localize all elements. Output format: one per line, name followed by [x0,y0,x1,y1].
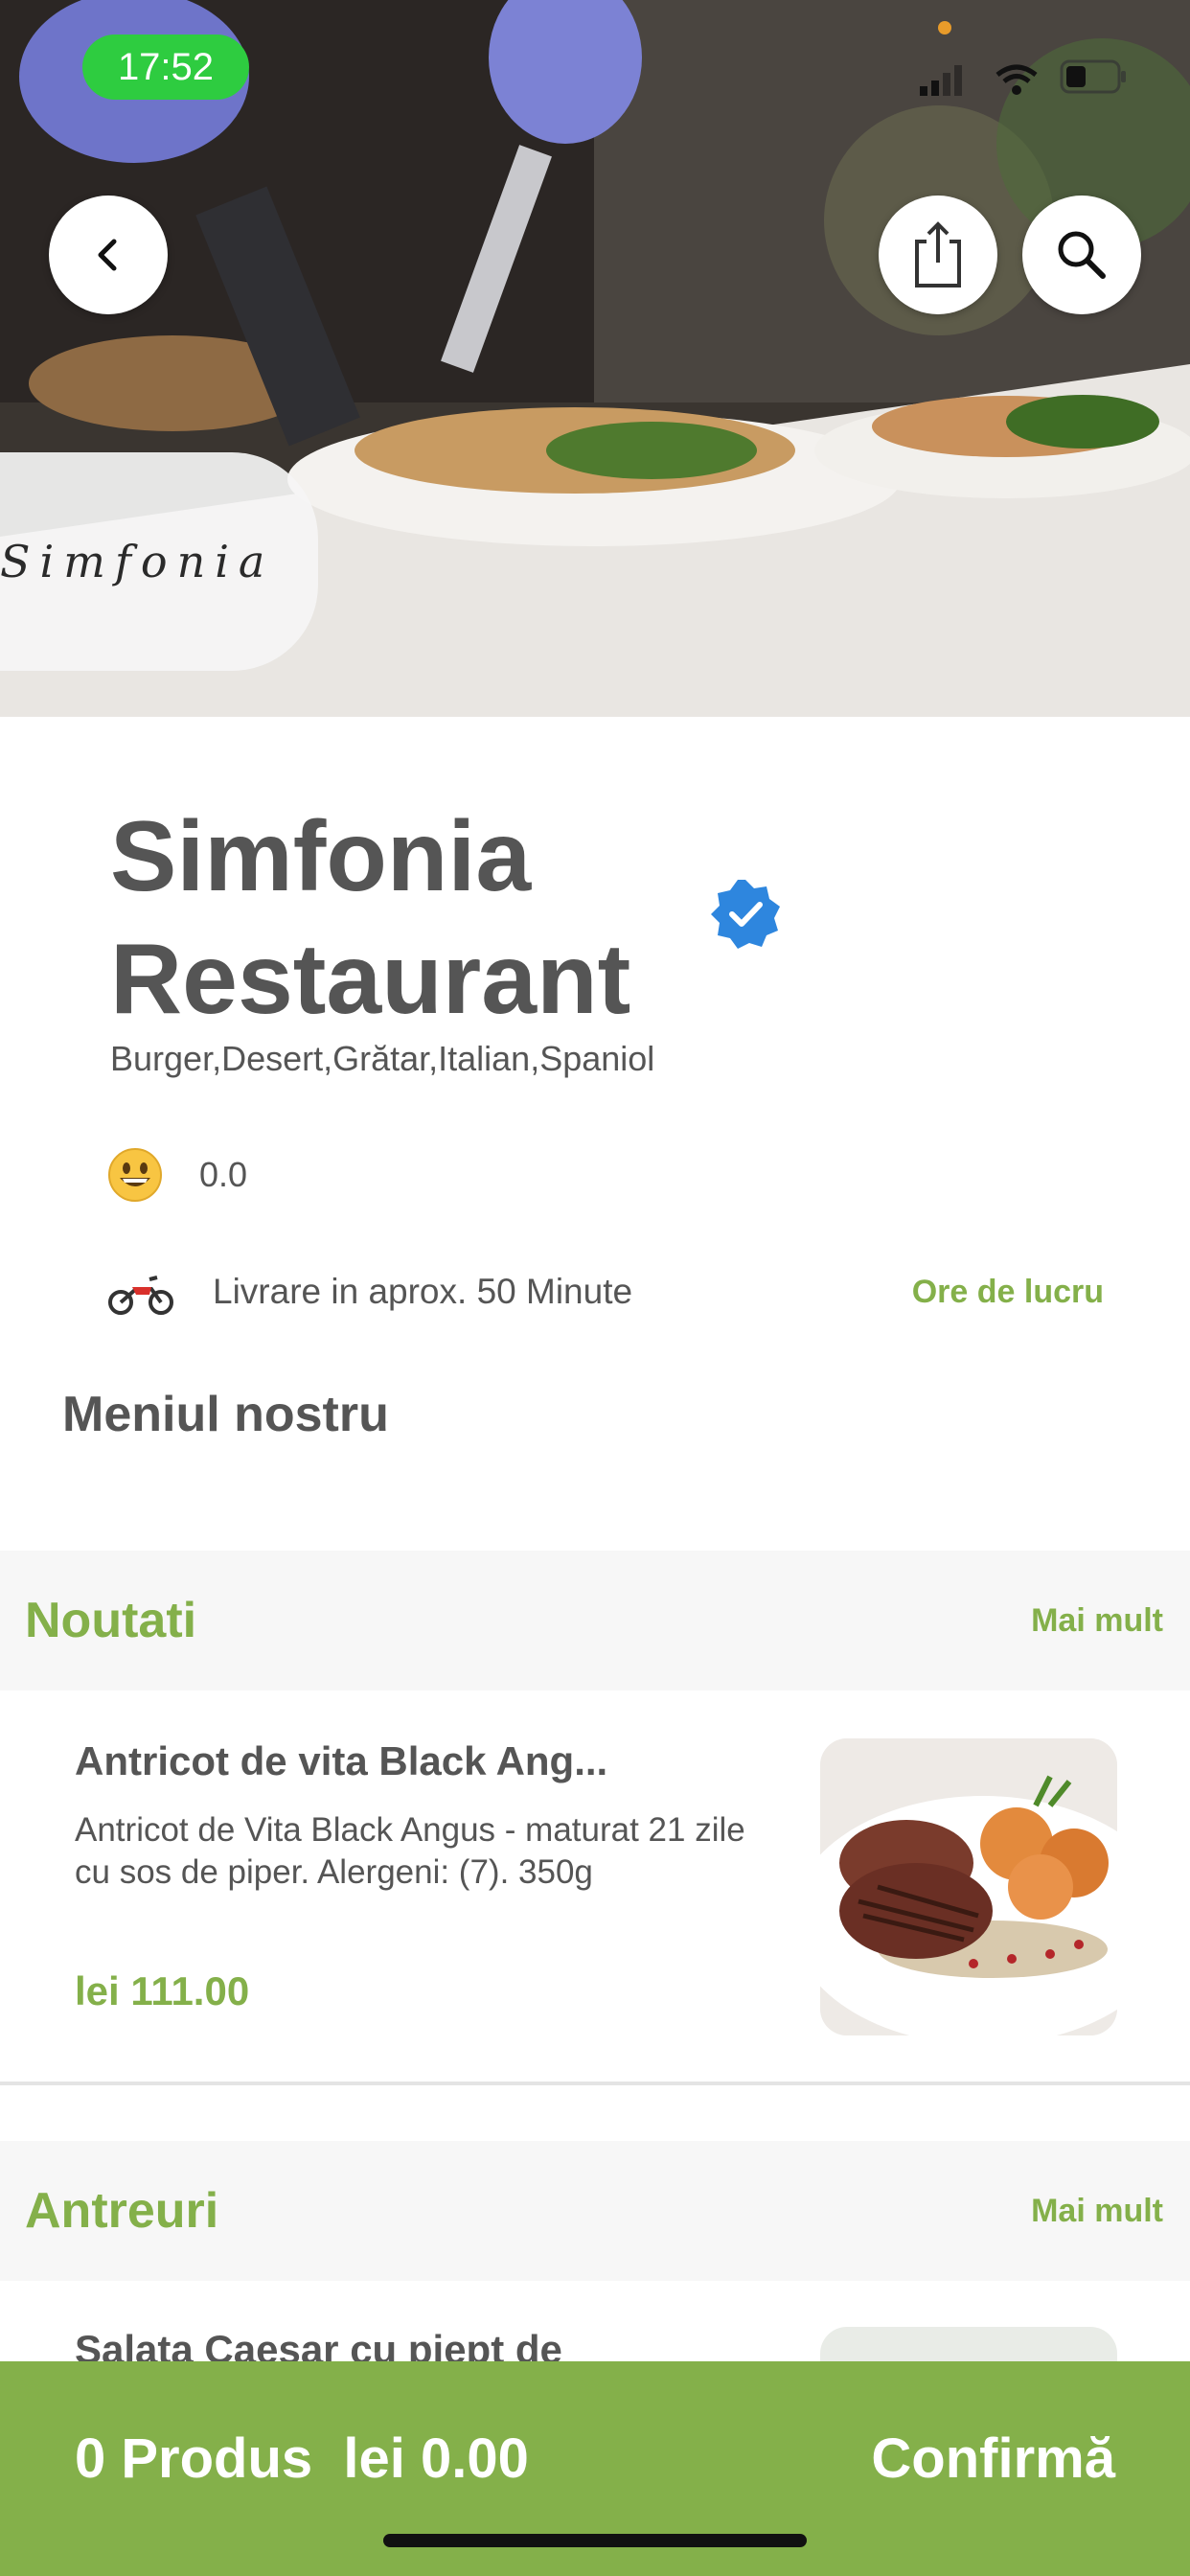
logo-text: Simfonia [0,536,275,587]
rating-row: 0.0 [107,1146,247,1204]
verified-badge-icon [711,880,780,949]
section-divider [0,2082,1190,2085]
smiley-icon [108,1148,162,1202]
search-icon [1058,231,1106,279]
item-description: Antricot de Vita Black Angus - maturat 2… [75,1811,745,1891]
cart-summary: 0 Produs lei 0.00 [75,2426,529,2491]
battery-icon [1060,59,1126,94]
cuisine-list: Burger,Desert,Grătar,Italian,Spaniol [110,1039,655,1078]
delivery-row: Livrare in aprox. 50 Minute Ore de lucru [107,1263,1104,1321]
confirm-button[interactable]: Confirmă [871,2426,1115,2491]
back-button[interactable] [49,196,168,314]
wifi-icon [995,64,1038,95]
share-button[interactable] [879,196,997,314]
restaurant-name: Simfonia Restaurant [110,801,631,1035]
restaurant-logo: Simfonia [0,452,318,671]
signal-icon [920,65,962,96]
motorcycle-icon [108,1276,173,1315]
category-title: Antreuri [25,2183,219,2239]
cart-count: 0 Produs [75,2427,313,2490]
working-hours-link[interactable]: Ore de lucru [912,1274,1104,1311]
steak-dish-illustration [820,1738,1117,2036]
cart-total: lei 0.00 [343,2427,529,2490]
home-indicator [383,2534,807,2547]
chevron-left-icon [98,239,117,271]
category-header-noutati: Noutati Mai mult [0,1551,1190,1690]
status-time: 17:52 [82,34,249,100]
category-title: Noutati [25,1593,197,1648]
more-link[interactable]: Mai mult [1031,2193,1163,2230]
more-link[interactable]: Mai mult [1031,1602,1163,1640]
menu-item[interactable]: Antricot de vita Black Ang... Antricot d… [0,1690,1190,2083]
category-header-antreuri: Antreuri Mai mult [0,2141,1190,2281]
delivery-time: Livrare in aprox. 50 Minute [213,1272,633,1311]
rating-value: 0.0 [199,1155,248,1194]
item-image [820,1738,1117,2036]
menu-heading: Meniul nostru [62,1387,389,1442]
item-name: Antricot de vita Black Ang... [75,1738,608,1783]
privacy-indicator-dot [938,21,951,34]
item-price: lei 111.00 [75,1968,250,2013]
share-icon [915,221,961,288]
search-button[interactable] [1022,196,1141,314]
